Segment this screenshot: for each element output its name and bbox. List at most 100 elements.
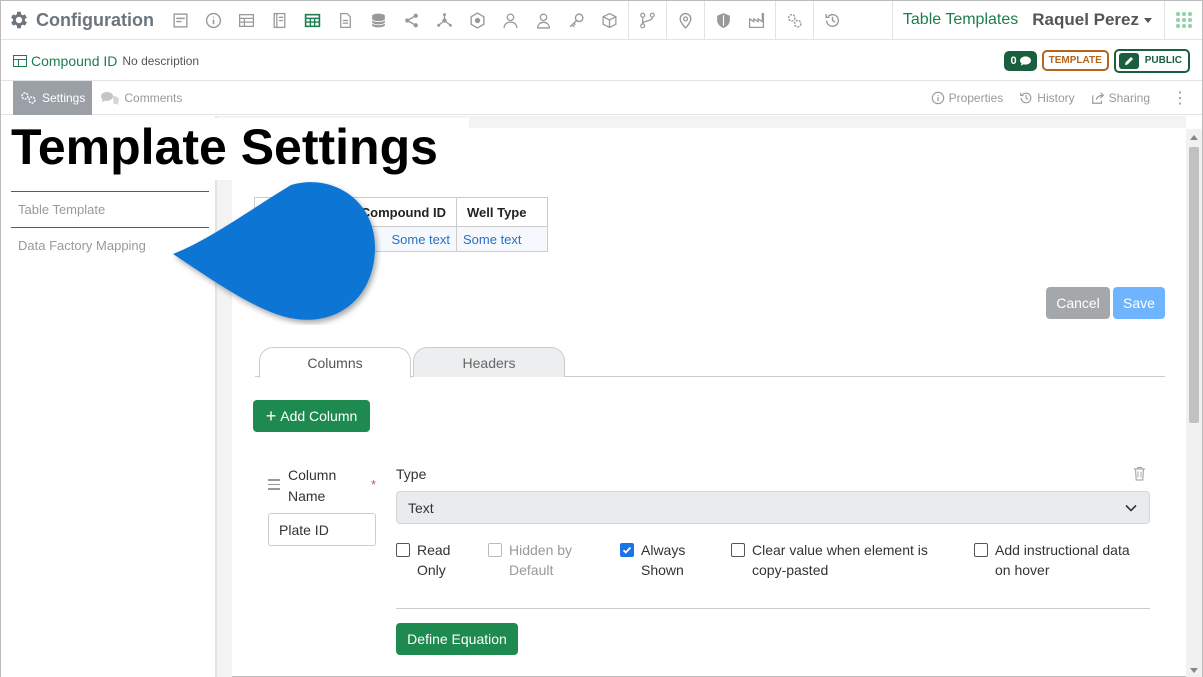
type-select-value: Text [408,499,434,516]
always-shown-checkbox[interactable] [620,543,634,557]
users-icon[interactable] [494,1,527,39]
record-actions: Properties History Sharing ⋮ [931,88,1202,108]
shield-icon[interactable] [707,1,740,39]
type-select[interactable]: Text [396,491,1150,524]
table-templates-link[interactable]: Table Templates [891,1,1032,39]
cube-icon[interactable] [593,1,626,39]
tab-headers[interactable]: Headers [413,347,565,377]
app-title: Configuration [36,9,154,30]
chevron-down-icon [1125,504,1137,512]
share-icon[interactable] [395,1,428,39]
tab-comments-label: Comments [124,90,183,105]
section-divider [396,608,1150,609]
table-icon [13,54,27,67]
option-label: Always Shown [641,542,686,578]
option-always-shown[interactable]: Always Shown [620,540,691,580]
nav-divider [774,0,776,40]
column-header-tabs: Headers Columns [255,347,1165,378]
drag-handle-icon[interactable] [268,479,280,493]
comment-count: 0 [1010,54,1017,67]
top-navbar: Configuration Table Templates Raquel Per… [1,0,1202,40]
comments-icon [101,91,120,105]
factory-icon[interactable] [740,1,773,39]
option-label: Read Only [417,542,451,578]
trash-icon[interactable] [1133,466,1146,481]
history-link[interactable]: History [1019,90,1075,105]
column-name-input[interactable] [268,513,376,546]
nav-divider [627,0,629,40]
document-icon[interactable] [329,1,362,39]
public-badge[interactable]: PUBLIC [1113,48,1190,73]
cancel-button[interactable]: Cancel [1046,287,1110,319]
info-icon[interactable] [197,1,230,39]
table-templates-icon[interactable] [296,1,329,39]
required-indicator: * [371,477,377,492]
gear-icon [8,9,30,31]
grid-icon [1175,12,1192,28]
notebook-icon[interactable] [263,1,296,39]
pointer-drop-marker [173,182,376,320]
properties-label: Properties [948,90,1004,105]
option-read-only[interactable]: Read Only [396,540,455,580]
read-only-checkbox[interactable] [396,543,410,557]
settings-icon [21,91,36,104]
network-icon[interactable] [428,1,461,39]
share-icon [1091,91,1104,104]
properties-link[interactable]: Properties [931,90,1004,105]
app-switcher[interactable] [1164,1,1202,39]
location-icon[interactable] [669,1,702,39]
option-instructional-data[interactable]: Add instructional data on hover [974,540,1140,580]
badge-icon[interactable] [461,1,494,39]
form-icon[interactable] [164,1,197,39]
option-label: Add instructional data on hover [995,542,1130,578]
user-name: Raquel Perez [1032,10,1139,29]
record-name[interactable]: Compound ID [31,53,117,69]
save-button[interactable]: Save [1113,287,1165,319]
nav-divider [812,0,814,40]
nav-divider [665,0,667,40]
table-cell[interactable]: Some text [456,226,548,252]
history-icon[interactable] [816,1,849,39]
user-menu[interactable]: Raquel Perez [1032,10,1164,30]
settings-icon[interactable] [778,1,811,39]
history-icon [1020,92,1032,103]
plus-icon: + [265,406,277,426]
option-clear-on-copy[interactable]: Clear value when element is copy-pasted [731,540,932,580]
comment-count-badge[interactable]: 0 [1004,50,1037,71]
database-icon[interactable] [362,1,395,39]
app-brand[interactable]: Configuration [1,1,154,39]
page-title: Template Settings [9,118,469,180]
tab-comments[interactable]: Comments [100,91,182,105]
option-label: Clear value when element is copy-pasted [752,542,928,578]
nav-right: Table Templates Raquel Perez [891,1,1202,39]
tab-settings[interactable]: Settings [13,80,93,115]
sharing-link[interactable]: Sharing [1091,91,1150,105]
caret-down-icon [1144,17,1152,23]
add-column-label: Add Column [280,408,358,424]
clear-on-copy-checkbox[interactable] [731,543,745,557]
checkmark-icon [622,546,632,554]
record-tabbar: Settings Comments Properties History Sha… [1,80,1202,115]
add-column-button[interactable]: + Add Column [253,400,370,432]
nav-divider [703,0,705,40]
scroll-thumb[interactable] [1189,147,1199,423]
history-label: History [1037,90,1075,105]
template-badge: TEMPLATE [1041,50,1109,71]
hidden-by-default-checkbox [488,543,502,557]
key-icon[interactable] [560,1,593,39]
scroll-up-icon[interactable] [1190,135,1198,140]
table-header: Well Type [456,197,548,227]
workflow-icon[interactable] [631,1,664,39]
pencil-icon [1118,52,1139,69]
define-equation-button[interactable]: Define Equation [396,623,518,655]
scrollbar[interactable] [1186,129,1202,677]
option-hidden-by-default: Hidden by Default [488,540,589,580]
scroll-down-icon[interactable] [1190,668,1198,673]
tab-columns[interactable]: Columns [259,347,411,378]
user-icon[interactable] [527,1,560,39]
record-description[interactable]: No description [122,54,199,68]
module-icon-bar [164,0,849,40]
instructional-data-checkbox[interactable] [974,543,988,557]
table-icon[interactable] [230,1,263,39]
more-options-icon[interactable]: ⋮ [1172,88,1188,108]
